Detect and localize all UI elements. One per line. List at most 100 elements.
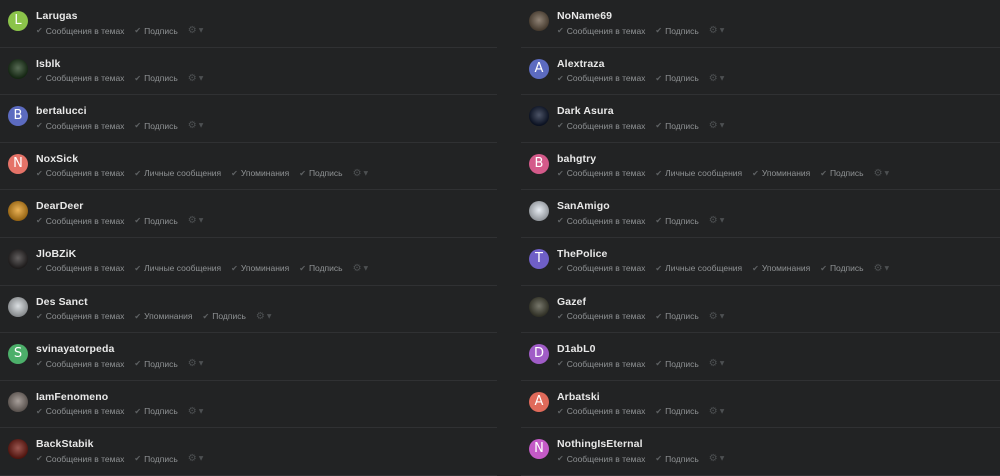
topic-messages-toggle[interactable]: ✔ Сообщения в темах <box>36 359 124 369</box>
mentions-toggle[interactable]: ✔ Упоминания <box>231 168 289 178</box>
username-link[interactable]: bahgtry <box>557 153 596 165</box>
topic-messages-toggle[interactable]: ✔ Сообщения в темах <box>557 216 645 226</box>
settings-dropdown[interactable]: ⚙ ▼ <box>188 215 204 226</box>
topic-messages-toggle[interactable]: ✔ Сообщения в темах <box>557 121 645 131</box>
topic-messages-toggle[interactable]: ✔ Сообщения в темах <box>36 216 124 226</box>
topic-messages-toggle[interactable]: ✔ Сообщения в темах <box>36 121 124 131</box>
signature-toggle[interactable]: ✔ Подпись <box>655 406 698 416</box>
username-link[interactable]: bertalucci <box>36 105 87 117</box>
topic-messages-toggle[interactable]: ✔ Сообщения в темах <box>557 454 645 464</box>
signature-toggle[interactable]: ✔ Подпись <box>820 168 863 178</box>
private-messages-toggle[interactable]: ✔ Личные сообщения <box>134 263 221 273</box>
username-link[interactable]: SanAmigo <box>557 200 610 212</box>
topic-messages-toggle[interactable]: ✔ Сообщения в темах <box>36 26 124 36</box>
mentions-toggle[interactable]: ✔ Упоминания <box>752 263 810 273</box>
signature-toggle[interactable]: ✔ Подпись <box>655 216 698 226</box>
topic-messages-toggle[interactable]: ✔ Сообщения в темах <box>557 73 645 83</box>
topic-messages-toggle[interactable]: ✔ Сообщения в темах <box>557 406 645 416</box>
settings-dropdown[interactable]: ⚙ ▼ <box>188 120 204 131</box>
topic-messages-toggle[interactable]: ✔ Сообщения в темах <box>36 73 124 83</box>
username-link[interactable]: Arbatski <box>557 391 600 403</box>
signature-toggle[interactable]: ✔ Подпись <box>134 216 177 226</box>
brown-photo-icon[interactable] <box>529 11 549 31</box>
signature-toggle[interactable]: ✔ Подпись <box>299 263 342 273</box>
settings-dropdown[interactable]: ⚙ ▼ <box>188 453 204 464</box>
signature-toggle[interactable]: ✔ Подпись <box>655 454 698 464</box>
settings-dropdown[interactable]: ⚙ ▼ <box>709 120 725 131</box>
topic-messages-toggle[interactable]: ✔ Сообщения в темах <box>557 168 645 178</box>
signature-toggle[interactable]: ✔ Подпись <box>134 359 177 369</box>
green-figure-icon[interactable] <box>8 58 28 79</box>
username-link[interactable]: NoxSick <box>36 153 78 165</box>
signature-toggle[interactable]: ✔ Подпись <box>655 359 698 369</box>
username-link[interactable]: NoName69 <box>557 10 612 22</box>
signature-toggle[interactable]: ✔ Подпись <box>655 26 698 36</box>
avatar[interactable]: D <box>529 344 549 365</box>
settings-dropdown[interactable]: ⚙ ▼ <box>709 215 725 226</box>
signature-toggle[interactable]: ✔ Подпись <box>134 73 177 83</box>
username-link[interactable]: svinayatorpeda <box>36 343 114 355</box>
settings-dropdown[interactable]: ⚙ ▼ <box>353 168 369 179</box>
signature-toggle[interactable]: ✔ Подпись <box>203 311 246 321</box>
username-link[interactable]: NothingIsEternal <box>557 438 643 450</box>
white-skull-icon[interactable] <box>8 296 28 317</box>
private-messages-toggle[interactable]: ✔ Личные сообщения <box>655 168 742 178</box>
settings-dropdown[interactable]: ⚙ ▼ <box>256 311 272 322</box>
avatar[interactable]: A <box>529 391 549 412</box>
topic-messages-toggle[interactable]: ✔ Сообщения в темах <box>557 359 645 369</box>
username-link[interactable]: Larugas <box>36 10 78 22</box>
signature-toggle[interactable]: ✔ Подпись <box>655 121 698 131</box>
portrait-icon[interactable] <box>8 391 28 412</box>
settings-dropdown[interactable]: ⚙ ▼ <box>709 406 725 417</box>
settings-dropdown[interactable]: ⚙ ▼ <box>188 406 204 417</box>
username-link[interactable]: DearDeer <box>36 200 84 212</box>
settings-dropdown[interactable]: ⚙ ▼ <box>874 263 890 274</box>
username-link[interactable]: Gazef <box>557 296 586 308</box>
settings-dropdown[interactable]: ⚙ ▼ <box>709 311 725 322</box>
topic-messages-toggle[interactable]: ✔ Сообщения в темах <box>36 263 124 273</box>
dark-creature-icon[interactable] <box>8 248 28 269</box>
username-link[interactable]: D1abL0 <box>557 343 596 355</box>
topic-messages-toggle[interactable]: ✔ Сообщения в темах <box>36 454 124 464</box>
settings-dropdown[interactable]: ⚙ ▼ <box>188 358 204 369</box>
settings-dropdown[interactable]: ⚙ ▼ <box>709 25 725 36</box>
mentions-toggle[interactable]: ✔ Упоминания <box>134 311 192 321</box>
signature-toggle[interactable]: ✔ Подпись <box>299 168 342 178</box>
signature-toggle[interactable]: ✔ Подпись <box>134 454 177 464</box>
private-messages-toggle[interactable]: ✔ Личные сообщения <box>134 168 221 178</box>
username-link[interactable]: JloBZiK <box>36 248 76 260</box>
username-link[interactable]: BackStabik <box>36 438 94 450</box>
avatar[interactable]: N <box>529 439 549 460</box>
topic-messages-toggle[interactable]: ✔ Сообщения в темах <box>557 26 645 36</box>
username-link[interactable]: IamFenomeno <box>36 391 108 403</box>
knight-icon[interactable] <box>529 296 549 317</box>
signature-toggle[interactable]: ✔ Подпись <box>820 263 863 273</box>
topic-messages-toggle[interactable]: ✔ Сообщения в темах <box>36 406 124 416</box>
signature-toggle[interactable]: ✔ Подпись <box>655 311 698 321</box>
blue-glow-icon[interactable] <box>529 106 549 127</box>
signature-toggle[interactable]: ✔ Подпись <box>655 73 698 83</box>
username-link[interactable]: ThePolice <box>557 248 608 260</box>
topic-messages-toggle[interactable]: ✔ Сообщения в темах <box>36 311 124 321</box>
avatar[interactable]: B <box>8 106 28 127</box>
private-messages-toggle[interactable]: ✔ Личные сообщения <box>655 263 742 273</box>
avatar[interactable]: N <box>8 153 28 174</box>
settings-dropdown[interactable]: ⚙ ▼ <box>874 168 890 179</box>
settings-dropdown[interactable]: ⚙ ▼ <box>353 263 369 274</box>
settings-dropdown[interactable]: ⚙ ▼ <box>188 25 204 36</box>
signature-toggle[interactable]: ✔ Подпись <box>134 121 177 131</box>
emblem-icon[interactable] <box>529 201 549 222</box>
settings-dropdown[interactable]: ⚙ ▼ <box>709 358 725 369</box>
avatar[interactable]: A <box>529 58 549 79</box>
signature-toggle[interactable]: ✔ Подпись <box>134 26 177 36</box>
red-fire-icon[interactable] <box>8 439 28 460</box>
topic-messages-toggle[interactable]: ✔ Сообщения в темах <box>36 168 124 178</box>
signature-toggle[interactable]: ✔ Подпись <box>134 406 177 416</box>
username-link[interactable]: Dark Asura <box>557 105 614 117</box>
avatar[interactable]: S <box>8 344 28 365</box>
settings-dropdown[interactable]: ⚙ ▼ <box>709 73 725 84</box>
settings-dropdown[interactable]: ⚙ ▼ <box>709 453 725 464</box>
avatar[interactable]: T <box>529 248 549 269</box>
username-link[interactable]: Alextraza <box>557 58 605 70</box>
topic-messages-toggle[interactable]: ✔ Сообщения в темах <box>557 311 645 321</box>
